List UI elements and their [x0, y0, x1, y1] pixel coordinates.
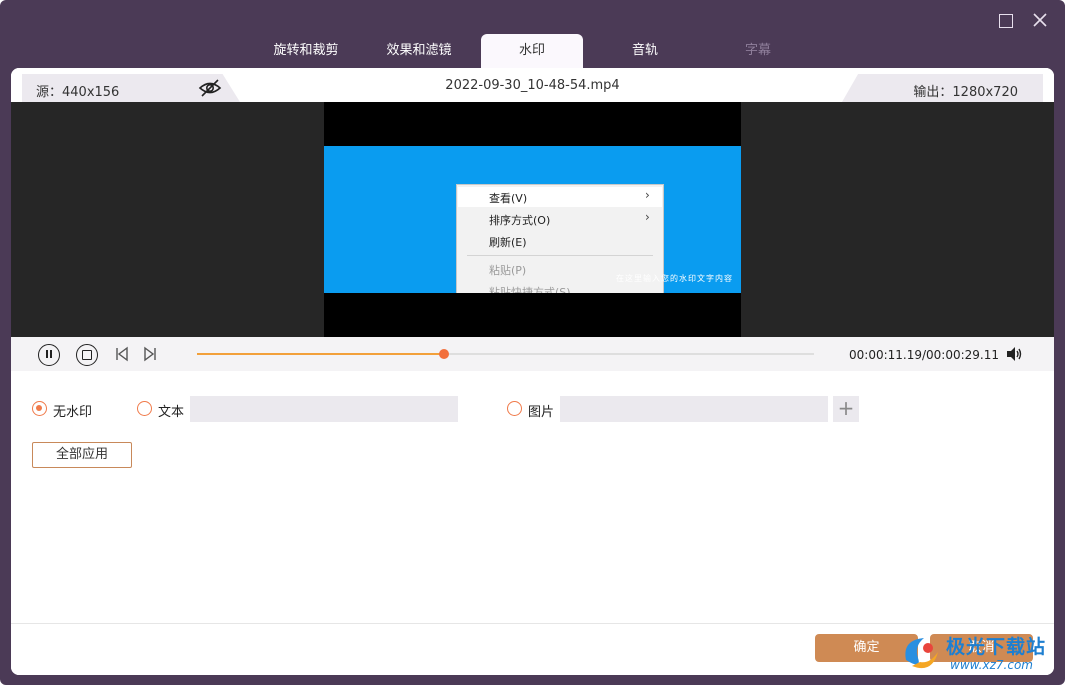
edit-tabs: 旋转和裁剪 效果和滤镜 水印 音轨 字幕 — [0, 34, 1065, 68]
maximize-icon[interactable] — [996, 10, 1016, 30]
editor-window: 旋转和裁剪 效果和滤镜 水印 音轨 字幕 源：440x156 2022-09-3… — [0, 0, 1065, 685]
tab-audio-track[interactable]: 音轨 — [595, 34, 695, 68]
chevron-right-icon: › — [645, 210, 650, 224]
video-preview: 查看(V) › 排序方式(O) › 刷新(E) 粘贴(P) 粘贴快捷方式(S) … — [11, 102, 1054, 337]
logo-url: www.xz7.com — [950, 658, 1033, 672]
volume-icon[interactable] — [1005, 346, 1023, 362]
previous-frame-icon[interactable] — [114, 346, 130, 362]
radio-no-watermark[interactable] — [32, 401, 47, 416]
radio-text-watermark[interactable] — [137, 401, 152, 416]
watermark-image-path[interactable] — [560, 396, 828, 422]
info-bar: 源：440x156 2022-09-30_10-48-54.mp4 输出：128… — [11, 68, 1054, 102]
output-info-box: 输出：1280x720 — [842, 74, 1043, 102]
menu-item-paste: 粘贴(P) — [489, 264, 527, 277]
player-controls: 00:00:11.19/00:00:29.11 — [11, 337, 1054, 371]
no-watermark-label[interactable]: 无水印 — [53, 401, 92, 420]
image-watermark-label[interactable]: 图片 — [528, 401, 554, 420]
progress-handle[interactable] — [438, 349, 449, 359]
site-logo: 极光下载站 www.xz7.com — [898, 630, 1058, 680]
tab-watermark[interactable]: 水印 — [481, 34, 583, 68]
menu-item-sort: 排序方式(O) — [489, 214, 551, 227]
logo-name: 极光下载站 — [946, 636, 1047, 658]
watermark-text-input[interactable] — [190, 396, 458, 422]
footer-divider — [11, 623, 1054, 624]
apply-all-button[interactable]: 全部应用 — [32, 442, 132, 468]
video-desktop-content: 查看(V) › 排序方式(O) › 刷新(E) 粘贴(P) 粘贴快捷方式(S) … — [324, 146, 741, 293]
menu-item-paste-shortcut: 粘贴快捷方式(S) — [489, 286, 571, 293]
tab-rotate-crop[interactable]: 旋转和裁剪 — [256, 34, 356, 68]
chevron-right-icon: › — [645, 188, 650, 202]
video-frame: 查看(V) › 排序方式(O) › 刷新(E) 粘贴(P) 粘贴快捷方式(S) … — [324, 102, 741, 337]
menu-divider — [467, 255, 653, 256]
menu-item-refresh: 刷新(E) — [489, 236, 527, 249]
tab-effects-filters[interactable]: 效果和滤镜 — [369, 34, 469, 68]
progress-fill — [197, 353, 444, 355]
output-resolution: 输出：1280x720 — [913, 85, 1018, 100]
pause-icon[interactable] — [38, 344, 60, 366]
text-watermark-label[interactable]: 文本 — [158, 401, 184, 420]
progress-bar[interactable] — [197, 349, 814, 359]
radio-image-watermark[interactable] — [507, 401, 522, 416]
logo-swirl-icon — [905, 638, 938, 669]
menu-item-view: 查看(V) — [489, 192, 528, 205]
next-frame-icon[interactable] — [142, 346, 158, 362]
tab-subtitles[interactable]: 字幕 — [708, 34, 808, 68]
close-icon[interactable] — [1030, 10, 1050, 30]
video-overlay-text: 在这里输入您的水印文字内容 — [616, 274, 733, 283]
watermark-panel: 源：440x156 2022-09-30_10-48-54.mp4 输出：128… — [11, 68, 1054, 675]
time-display: 00:00:11.19/00:00:29.11 — [849, 348, 999, 362]
stop-icon[interactable] — [76, 344, 98, 366]
add-image-button[interactable]: + — [833, 396, 859, 422]
